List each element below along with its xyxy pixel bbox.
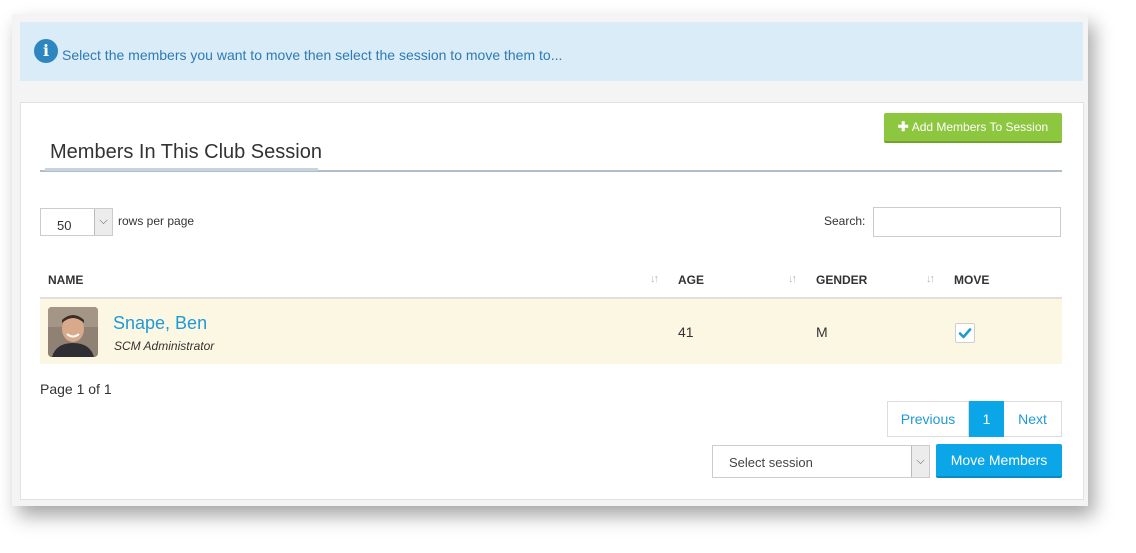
member-role: SCM Administrator	[114, 339, 215, 353]
avatar	[48, 307, 98, 357]
sort-icon[interactable]: ↓↑	[926, 273, 935, 285]
page-info: Page 1 of 1	[40, 381, 112, 397]
column-header-gender[interactable]: GENDER	[816, 273, 867, 287]
rows-per-page-value: 50	[57, 218, 72, 233]
column-header-age[interactable]: AGE	[678, 273, 704, 287]
search-input[interactable]	[873, 207, 1061, 237]
member-gender: M	[816, 324, 828, 340]
chevron-down-icon: ⌵	[94, 209, 112, 235]
next-page-button[interactable]: Next	[1004, 401, 1062, 437]
avatar-image	[48, 307, 98, 357]
plus-icon: ✚	[897, 119, 909, 134]
column-header-name[interactable]: NAME	[48, 273, 83, 287]
panel-title: Members In This Club Session	[50, 141, 322, 163]
checkmark-icon	[958, 328, 972, 339]
sort-icon[interactable]: ↓↑	[788, 273, 797, 285]
session-select[interactable]: Select session ⌵	[712, 445, 930, 478]
add-members-to-session-button[interactable]: ✚ Add Members To Session	[884, 113, 1062, 143]
page-1-button[interactable]: 1	[969, 401, 1004, 437]
pagination: Previous 1 Next	[887, 401, 1062, 437]
rows-per-page-select[interactable]: 50 ⌵	[40, 208, 113, 236]
member-age: 41	[678, 324, 694, 340]
search-label: Search:	[824, 214, 866, 228]
rows-per-page-label: rows per page	[118, 214, 195, 228]
column-header-move: MOVE	[954, 273, 990, 287]
previous-page-button[interactable]: Previous	[887, 401, 969, 437]
info-message: Select the members you want to move then…	[62, 47, 563, 63]
move-checkbox[interactable]	[955, 323, 975, 343]
sort-icon[interactable]: ↓↑	[650, 273, 659, 285]
session-select-value: Select session	[729, 455, 813, 470]
title-underline	[45, 168, 318, 171]
move-members-button[interactable]: Move Members	[936, 444, 1062, 478]
member-name-link[interactable]: Snape, Ben	[113, 313, 207, 334]
add-members-label: Add Members To Session	[911, 120, 1049, 134]
chevron-down-icon: ⌵	[911, 446, 929, 477]
info-circle-icon: i	[34, 39, 58, 63]
